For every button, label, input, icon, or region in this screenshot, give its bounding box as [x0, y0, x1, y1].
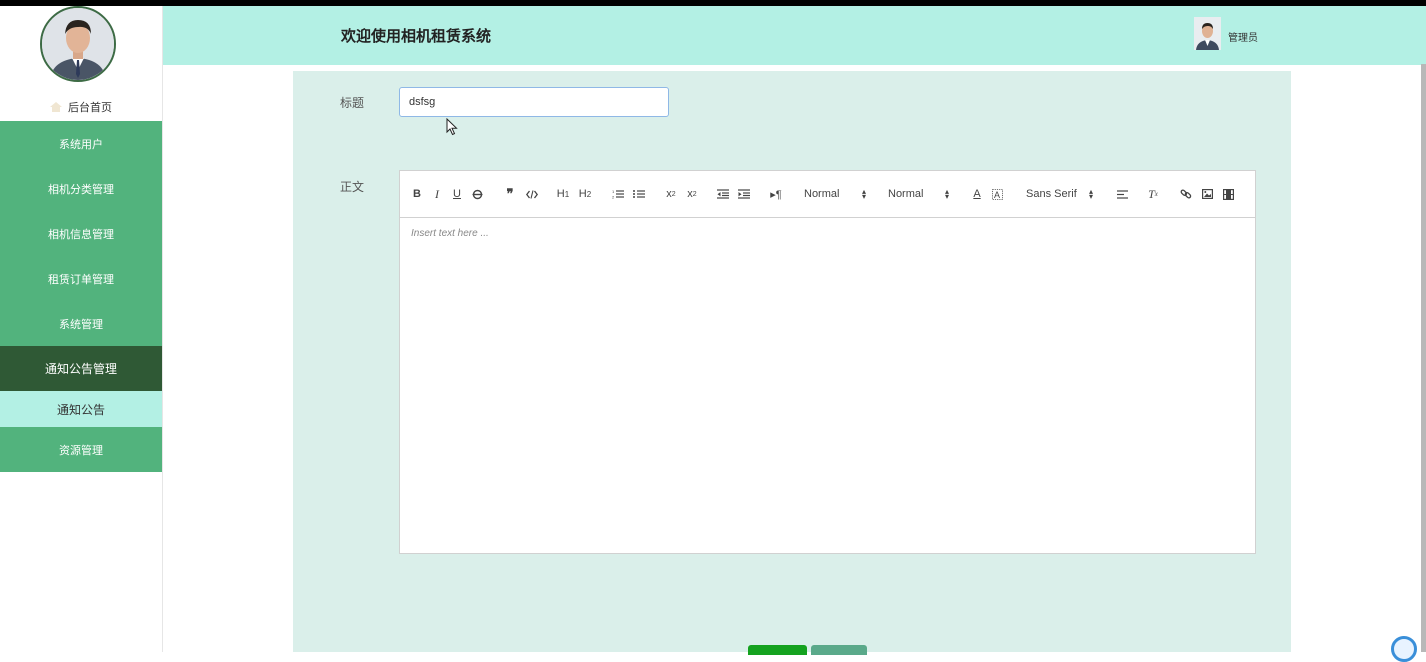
sidebar-item-label: 系统用户: [59, 137, 103, 151]
header2-icon[interactable]: H2: [577, 185, 593, 203]
italic-icon[interactable]: I: [431, 185, 443, 203]
video-icon[interactable]: [1221, 185, 1235, 203]
sidebar: 后台首页 系统用户 相机分类管理 相机信息管理 租赁订单管理 系统管理 通知公告…: [0, 6, 163, 652]
superscript-icon[interactable]: x2: [685, 185, 699, 203]
title-input[interactable]: [399, 87, 669, 117]
editor-toolbar: B I U ❞ H1 H2 12 x2 x2 ▸¶ Normal ▴ ▾ Nor…: [400, 171, 1255, 218]
body-label: 正文: [340, 180, 365, 194]
sidebar-menu: 系统用户 相机分类管理 相机信息管理 租赁订单管理 系统管理 通知公告管理 通知…: [0, 121, 162, 472]
header-picker-value: Normal: [804, 188, 840, 200]
svg-text:A: A: [994, 190, 1000, 200]
header-picker[interactable]: Normal ▴ ▾: [804, 185, 870, 203]
background-color-icon[interactable]: A: [991, 185, 1003, 203]
bullet-list-icon[interactable]: [632, 185, 646, 203]
svg-text:1: 1: [612, 189, 615, 194]
sidebar-item-camera-info[interactable]: 相机信息管理: [0, 211, 162, 256]
ordered-list-icon[interactable]: 12: [611, 185, 625, 203]
editor-body[interactable]: Insert text here ...: [411, 228, 489, 239]
text-color-icon[interactable]: A: [971, 185, 983, 203]
page-title: 欢迎使用相机租赁系统: [341, 27, 492, 45]
scrollbar[interactable]: [1421, 64, 1426, 652]
align-icon[interactable]: [1115, 185, 1129, 203]
size-picker[interactable]: Normal ▴ ▾: [888, 185, 954, 203]
avatar: [40, 6, 116, 82]
font-picker[interactable]: Sans Serif ▴ ▾: [1026, 185, 1098, 203]
rich-text-editor: B I U ❞ H1 H2 12 x2 x2 ▸¶ Normal ▴ ▾ Nor…: [399, 170, 1256, 554]
font-picker-value: Sans Serif: [1026, 188, 1077, 200]
clear-format-icon[interactable]: Tx: [1146, 185, 1160, 203]
submit-button[interactable]: [748, 645, 807, 655]
size-picker-value: Normal: [888, 188, 924, 200]
code-block-icon[interactable]: [525, 185, 539, 203]
content-panel: 标题 正文 B I U ❞ H1 H2 12 x2 x2: [293, 71, 1291, 655]
link-icon[interactable]: [1179, 185, 1193, 203]
bold-icon[interactable]: B: [411, 185, 423, 203]
image-icon[interactable]: [1200, 185, 1214, 203]
sidebar-item-notice-management[interactable]: 通知公告管理: [0, 346, 162, 391]
text-direction-icon[interactable]: ▸¶: [769, 185, 783, 203]
user-name[interactable]: 管理员: [1228, 29, 1258, 44]
sidebar-item-resource-management[interactable]: 资源管理: [0, 427, 162, 472]
cancel-button[interactable]: [811, 645, 867, 655]
home-icon: [50, 102, 62, 112]
home-link[interactable]: 后台首页: [0, 92, 162, 122]
header1-icon[interactable]: H1: [556, 185, 570, 203]
sidebar-item-system-users[interactable]: 系统用户: [0, 121, 162, 166]
sidebar-item-label: 资源管理: [59, 443, 103, 457]
chevron-updown-icon: ▴ ▾: [862, 187, 867, 201]
user-avatar[interactable]: [1194, 17, 1221, 50]
strikethrough-icon[interactable]: [471, 185, 483, 203]
sidebar-item-camera-category[interactable]: 相机分类管理: [0, 166, 162, 211]
sidebar-item-label: 相机分类管理: [48, 182, 114, 196]
sidebar-item-label: 通知公告管理: [44, 362, 117, 376]
indent-icon[interactable]: [737, 185, 751, 203]
blockquote-icon[interactable]: ❞: [504, 185, 516, 203]
sidebar-item-label: 通知公告: [56, 402, 105, 417]
chevron-updown-icon: ▴ ▾: [1089, 187, 1094, 201]
sidebar-item-rental-orders[interactable]: 租赁订单管理: [0, 256, 162, 301]
sidebar-subitem-notices[interactable]: 通知公告: [0, 391, 162, 427]
title-label: 标题: [340, 96, 365, 110]
sidebar-item-label: 相机信息管理: [48, 227, 114, 241]
underline-icon[interactable]: U: [451, 185, 463, 203]
mouse-cursor-icon: [446, 118, 458, 136]
svg-text:2: 2: [612, 195, 615, 200]
assistant-float-icon[interactable]: [1391, 636, 1417, 662]
subscript-icon[interactable]: x2: [664, 185, 678, 203]
home-label: 后台首页: [68, 101, 112, 114]
outdent-icon[interactable]: [716, 185, 730, 203]
sidebar-item-label: 租赁订单管理: [48, 272, 114, 286]
sidebar-item-label: 系统管理: [59, 317, 103, 331]
chevron-updown-icon: ▴ ▾: [945, 187, 950, 201]
top-header: 欢迎使用相机租赁系统 管理员: [163, 6, 1426, 65]
sidebar-item-system-management[interactable]: 系统管理: [0, 301, 162, 346]
